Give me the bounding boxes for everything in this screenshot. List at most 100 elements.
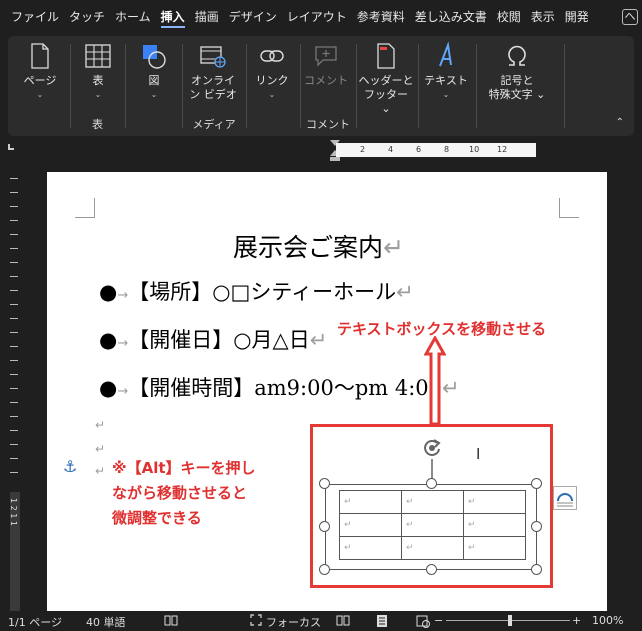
list-item[interactable]: ●→【場所】○□シティーホール↵ bbox=[99, 276, 414, 306]
tab-view[interactable]: 表示 bbox=[526, 0, 560, 34]
list-item-text: 【場所】○□シティーホール bbox=[128, 280, 397, 304]
pages-button[interactable]: ページ ⌄ bbox=[18, 42, 62, 102]
document-title[interactable]: 展示会ご案内↵ bbox=[233, 228, 404, 264]
resize-handle[interactable] bbox=[426, 564, 437, 575]
illustrations-button[interactable]: 図 ⌄ bbox=[134, 42, 174, 102]
link-label: リンク bbox=[255, 74, 289, 87]
link-button[interactable]: リンク ⌄ bbox=[252, 42, 292, 102]
resize-handle[interactable] bbox=[426, 478, 437, 489]
chevron-down-icon: ⌄ bbox=[36, 90, 44, 99]
zoom-slider-thumb[interactable] bbox=[508, 615, 512, 626]
annotation-alt-key: ※【Alt】キーを押し ながら移動させると 微調整できる bbox=[112, 456, 302, 531]
tab-overflow-button[interactable]: ヘ bbox=[622, 9, 638, 25]
empty-paragraph[interactable]: ↵ bbox=[95, 464, 105, 478]
header-footer-button[interactable]: ヘッダーと フッター ⌄ bbox=[358, 42, 414, 116]
table-cell[interactable]: ↵ bbox=[401, 536, 464, 560]
symbols-button[interactable]: 記号と 特殊文字 ⌄ bbox=[484, 42, 550, 102]
ruler-tick: 6 bbox=[416, 145, 422, 154]
resize-handle[interactable] bbox=[531, 478, 542, 489]
ruler-tick: 8 bbox=[444, 145, 450, 154]
print-layout-icon[interactable] bbox=[376, 614, 388, 631]
ruler-tick: 4 bbox=[388, 145, 394, 154]
tab-mailings[interactable]: 差し込み文書 bbox=[410, 0, 492, 34]
divider bbox=[125, 44, 126, 128]
horizontal-ruler-area: 2 4 6 8 10 12 bbox=[0, 138, 642, 164]
tab-layout[interactable]: レイアウト bbox=[282, 0, 352, 34]
header-footer-icon bbox=[377, 43, 395, 69]
resize-handle[interactable] bbox=[319, 521, 330, 532]
vertical-ruler-numbers: 1 2 1 1 bbox=[9, 498, 18, 526]
media-group: メディア bbox=[182, 36, 246, 136]
rotate-handle-icon[interactable] bbox=[421, 437, 443, 459]
paragraph-mark: ↵ bbox=[383, 233, 404, 262]
tab-design[interactable]: デザイン bbox=[224, 0, 282, 34]
header-footer-label-1: ヘッダーと bbox=[358, 74, 414, 87]
crop-mark bbox=[559, 198, 579, 218]
list-item-text: 【開催日】○月△日 bbox=[128, 328, 310, 352]
crop-mark bbox=[75, 198, 95, 218]
status-bar: 1/1 ページ 40 単語 フォーカス − + 100% bbox=[0, 611, 642, 631]
table-cell[interactable]: ↵ bbox=[463, 513, 526, 537]
ribbon-tab-bar: ファイル タッチ ホーム 挿入 描画 デザイン レイアウト 参考資料 差し込み文… bbox=[0, 0, 642, 34]
resize-handle[interactable] bbox=[319, 564, 330, 575]
empty-paragraph[interactable]: ↵ bbox=[95, 442, 105, 456]
ribbon-panel: ページ ⌄ 表 ⌄ 表 図 ⌄ オンライ ン ビデオ メディア リンク ⌄ コメ… bbox=[8, 36, 634, 136]
horizontal-ruler[interactable]: 2 4 6 8 10 12 bbox=[336, 143, 536, 157]
focus-icon[interactable] bbox=[250, 614, 262, 629]
list-item[interactable]: ●→【開催日】○月△日↵ bbox=[99, 324, 327, 354]
tab-insert[interactable]: 挿入 bbox=[156, 0, 190, 34]
tab-home[interactable]: ホーム bbox=[110, 0, 156, 34]
ruler-tick: 12 bbox=[497, 145, 508, 154]
chevron-down-icon: ⌄ bbox=[268, 90, 276, 99]
proofing-icon[interactable] bbox=[164, 614, 178, 629]
tab-references[interactable]: 参考資料 bbox=[352, 0, 410, 34]
layout-options-icon bbox=[557, 493, 573, 507]
ruler-tick: 2 bbox=[360, 145, 366, 154]
read-mode-icon[interactable] bbox=[336, 614, 350, 629]
anchor-icon[interactable]: ⚓ bbox=[63, 457, 77, 476]
chevron-down-icon: ⌄ bbox=[150, 90, 158, 99]
resize-handle[interactable] bbox=[319, 478, 330, 489]
symbols-label-1: 記号と bbox=[500, 74, 534, 87]
table-group-label: 表 bbox=[92, 118, 103, 131]
tab-review[interactable]: 校閲 bbox=[492, 0, 526, 34]
annotation-alt-line-2: ながら移動させると bbox=[112, 484, 248, 502]
inner-table[interactable]: ↵ ↵ ↵ ↵ ↵ ↵ ↵ ↵ ↵ bbox=[339, 490, 526, 560]
annotation-alt-line-1: ※【Alt】キーを押し bbox=[112, 459, 256, 477]
comment-group-label: コメント bbox=[306, 118, 350, 131]
word-count[interactable]: 40 単語 bbox=[86, 614, 126, 630]
zoom-level[interactable]: 100% bbox=[592, 614, 623, 627]
vertical-ruler[interactable]: 1 2 1 1 bbox=[6, 170, 22, 612]
empty-paragraph[interactable]: ↵ bbox=[95, 418, 105, 432]
tab-selector-icon[interactable] bbox=[8, 144, 14, 150]
list-item[interactable]: ●→【開催時間】am9:00～pm 4:00↵ bbox=[99, 372, 460, 402]
page-count[interactable]: 1/1 ページ bbox=[8, 614, 62, 630]
media-group-label: メディア bbox=[192, 118, 236, 131]
resize-handle[interactable] bbox=[531, 521, 542, 532]
tab-draw[interactable]: 描画 bbox=[190, 0, 224, 34]
table-cell[interactable]: ↵ bbox=[339, 513, 402, 537]
focus-mode-button[interactable]: フォーカス bbox=[266, 614, 321, 630]
table-cell[interactable]: ↵ bbox=[463, 536, 526, 560]
table-cell[interactable]: ↵ bbox=[401, 513, 464, 537]
symbols-label-2: 特殊文字 ⌄ bbox=[488, 88, 546, 101]
text-button[interactable]: テキスト ⌄ bbox=[422, 42, 470, 102]
collapse-ribbon-icon[interactable]: ⌃ bbox=[616, 117, 624, 128]
divider bbox=[418, 44, 419, 128]
table-cell[interactable]: ↵ bbox=[339, 536, 402, 560]
list-item-text: 【開催時間】am9:00～pm 4:00 bbox=[128, 376, 443, 400]
resize-handle[interactable] bbox=[531, 564, 542, 575]
table-cell[interactable]: ↵ bbox=[463, 490, 526, 514]
layout-options-button[interactable] bbox=[553, 486, 577, 510]
web-layout-icon[interactable] bbox=[416, 614, 430, 631]
title-text: 展示会ご案内 bbox=[233, 233, 384, 262]
tab-touch[interactable]: タッチ bbox=[64, 0, 110, 34]
divider bbox=[356, 44, 357, 128]
tab-developer[interactable]: 開発 bbox=[560, 0, 594, 34]
tab-file[interactable]: ファイル bbox=[6, 0, 64, 34]
table-cell[interactable]: ↵ bbox=[401, 490, 464, 514]
table-cell[interactable]: ↵ bbox=[339, 490, 402, 514]
text-icon bbox=[439, 42, 452, 67]
zoom-in-button[interactable]: + bbox=[572, 614, 581, 627]
zoom-out-button[interactable]: − bbox=[434, 614, 443, 627]
